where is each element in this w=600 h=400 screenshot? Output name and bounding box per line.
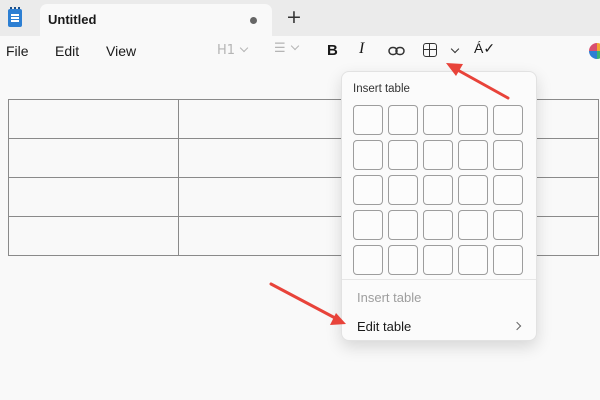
edit-table-item[interactable]: Edit table: [346, 313, 534, 341]
insert-table-heading: Insert table: [353, 83, 410, 95]
list-dropdown[interactable]: ☰: [274, 41, 299, 56]
table-cell[interactable]: [8, 216, 179, 256]
link-icon[interactable]: [388, 44, 405, 58]
table-size-cell[interactable]: [353, 175, 383, 205]
heading-dropdown[interactable]: H1: [217, 43, 249, 58]
tab-untitled[interactable]: Untitled: [40, 4, 272, 36]
table-size-cell[interactable]: [493, 210, 523, 240]
heading-label: H1: [217, 43, 236, 58]
table-size-cell[interactable]: [493, 245, 523, 275]
table-size-cell[interactable]: [458, 210, 488, 240]
edit-table-label: Edit table: [357, 319, 412, 334]
chevron-right-icon: [512, 321, 522, 331]
table-size-cell[interactable]: [493, 140, 523, 170]
table-icon[interactable]: [423, 43, 437, 57]
table-size-cell[interactable]: [493, 105, 523, 135]
table-size-cell[interactable]: [423, 140, 453, 170]
insert-table-label: Insert table: [357, 290, 422, 305]
italic-button[interactable]: I: [359, 40, 364, 58]
menu-divider: [342, 279, 536, 280]
table-size-cell[interactable]: [353, 245, 383, 275]
table-size-cell[interactable]: [388, 140, 418, 170]
menu-edit[interactable]: Edit: [55, 43, 79, 59]
table-size-cell[interactable]: [493, 175, 523, 205]
table-dropdown-menu: Insert table Insert table Edit table: [341, 71, 537, 341]
tab-title: Untitled: [48, 12, 97, 27]
chevron-down-icon: [239, 43, 249, 53]
chevron-down-icon: [290, 41, 299, 51]
menu-file[interactable]: File: [6, 43, 29, 59]
bold-button[interactable]: B: [327, 42, 338, 59]
table-size-cell[interactable]: [423, 245, 453, 275]
unsaved-dot-icon[interactable]: [250, 17, 257, 24]
table-size-cell[interactable]: [423, 105, 453, 135]
notepad-icon: [8, 7, 22, 27]
table-size-cell[interactable]: [423, 175, 453, 205]
table-size-cell[interactable]: [458, 245, 488, 275]
table-size-cell[interactable]: [388, 210, 418, 240]
table-size-cell[interactable]: [353, 105, 383, 135]
table-size-cell[interactable]: [458, 140, 488, 170]
table-size-cell[interactable]: [423, 210, 453, 240]
table-size-cell[interactable]: [388, 175, 418, 205]
menu-view[interactable]: View: [106, 43, 136, 59]
table-cell[interactable]: [8, 138, 179, 178]
title-bar: Untitled +: [0, 0, 600, 36]
table-size-cell[interactable]: [458, 175, 488, 205]
menu-bar: File Edit View H1 ☰ B I: [0, 36, 600, 66]
table-cell[interactable]: [8, 177, 179, 217]
table-size-cell[interactable]: [388, 245, 418, 275]
table-size-cell[interactable]: [353, 210, 383, 240]
table-size-cell[interactable]: [458, 105, 488, 135]
new-tab-button[interactable]: +: [286, 6, 302, 28]
spellcheck-icon[interactable]: Á✓: [474, 40, 495, 57]
table-size-grid: [353, 105, 523, 275]
table-size-cell[interactable]: [353, 140, 383, 170]
list-icon: ☰: [274, 41, 286, 56]
insert-table-item: Insert table: [346, 284, 534, 312]
copilot-icon[interactable]: [589, 43, 600, 59]
table-cell[interactable]: [8, 99, 179, 139]
table-size-cell[interactable]: [388, 105, 418, 135]
